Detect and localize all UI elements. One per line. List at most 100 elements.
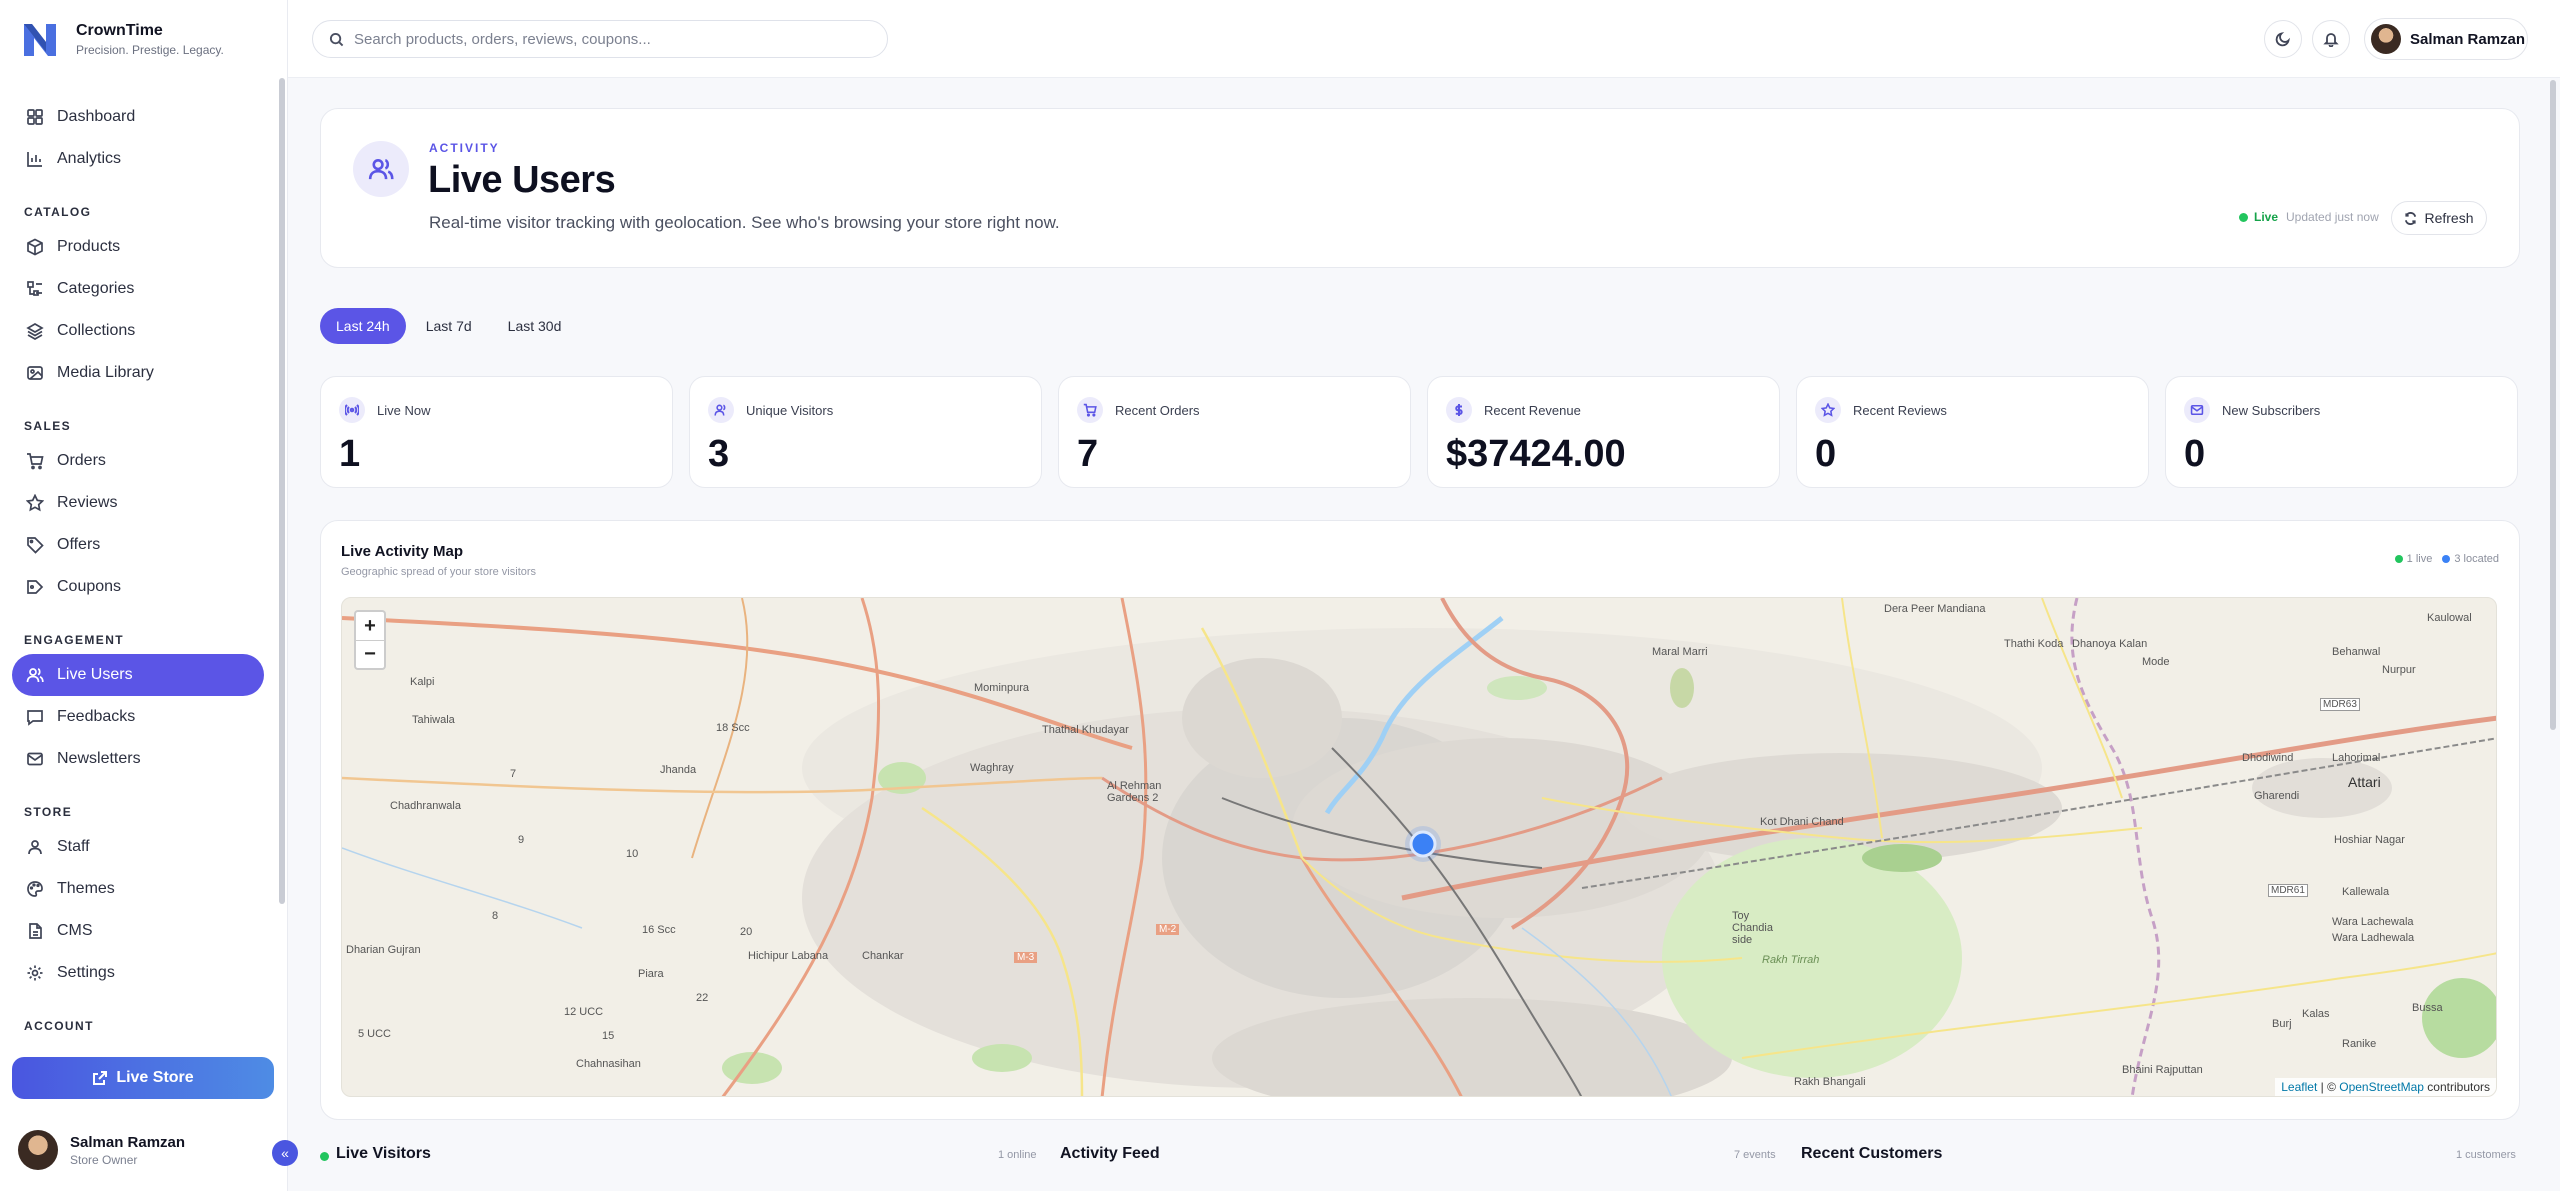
stat-card-recent-orders: Recent Orders 7: [1058, 376, 1411, 488]
sidebar-item-label: Orders: [57, 452, 106, 469]
sidebar-section-title: ACCOUNT: [24, 1019, 94, 1033]
map-place-label: Chankar: [862, 950, 904, 962]
live-visitors-count: 1 online: [998, 1149, 1037, 1161]
map-place-label: 9: [518, 834, 525, 846]
tab-last-30d[interactable]: Last 30d: [492, 308, 578, 344]
sidebar-item-label: Products: [57, 238, 121, 255]
brand-logo-icon: [24, 24, 56, 56]
star-icon: [1815, 397, 1841, 423]
sidebar-item-products[interactable]: Products: [12, 226, 276, 268]
map-place-label: Waghray: [970, 762, 1014, 774]
user-menu-button[interactable]: Salman Ramzan: [2364, 18, 2528, 60]
live-status: Live Updated just now: [2239, 210, 2379, 224]
map-place-label: Behanwal: [2332, 646, 2381, 658]
user-role: Store Owner: [70, 1152, 138, 1167]
collapse-sidebar-button[interactable]: «: [272, 1140, 298, 1166]
sidebar-item-live-users[interactable]: Live Users: [12, 654, 264, 696]
sidebar-scrollbar[interactable]: [279, 78, 285, 904]
sidebar-section-title: SALES: [24, 419, 72, 433]
users-icon: [708, 397, 734, 423]
users-icon: [26, 668, 44, 683]
sidebar-item-feedbacks[interactable]: Feedbacks: [12, 696, 276, 738]
sidebar-item-label: Settings: [57, 964, 115, 981]
sidebar-item-cms[interactable]: CMS: [12, 910, 276, 952]
map-place-label: Ranike: [2342, 1038, 2377, 1050]
refresh-button[interactable]: Refresh: [2391, 201, 2487, 235]
stat-card-unique-visitors: Unique Visitors 3: [689, 376, 1042, 488]
map-place-label: Nurpur: [2382, 664, 2416, 676]
live-dot-icon: [2394, 555, 2403, 563]
sidebar-section-title: CATALOG: [24, 205, 92, 219]
sidebar-item-themes[interactable]: Themes: [12, 868, 276, 910]
map-place-label: Toy Chandia side: [1732, 910, 1773, 946]
map[interactable]: Dera Peer Mandiana Thathi Koda Dhanoya K…: [341, 597, 2497, 1097]
tab-last-24h[interactable]: Last 24h: [320, 308, 406, 344]
osm-link[interactable]: OpenStreetMap: [2339, 1080, 2424, 1094]
page-header: ACTIVITY Live Users Real-time visitor tr…: [320, 108, 2520, 268]
tab-last-7d[interactable]: Last 7d: [410, 308, 488, 344]
sidebar-user[interactable]: Salman Ramzan Store Owner: [18, 1130, 185, 1170]
brand-name: CrownTime: [76, 21, 163, 39]
map-place-label: Wara Ladhewala: [2332, 932, 2415, 944]
map-place-label: 18 Scc: [716, 722, 750, 734]
stat-value: 0: [2184, 433, 2206, 475]
map-place-label: Bhaini Rajputtan: [2122, 1064, 2203, 1076]
brand[interactable]: CrownTime Precision. Prestige. Legacy.: [20, 18, 224, 60]
live-store-label: Live Store: [116, 1069, 194, 1086]
sidebar: CrownTime Precision. Prestige. Legacy. D…: [0, 0, 298, 1191]
map-place-label: 8: [492, 910, 499, 922]
sidebar-item-label: Newsletters: [57, 750, 141, 767]
sidebar-item-coupons[interactable]: Coupons: [12, 566, 276, 608]
activity-feed-title: Activity Feed: [1060, 1145, 1160, 1162]
map-place-label: Thathal Khudayar: [1042, 724, 1129, 736]
sidebar-item-newsletters[interactable]: Newsletters: [12, 738, 276, 780]
map-place-label: Chadhranwala: [390, 800, 461, 812]
leaflet-link[interactable]: Leaflet: [2281, 1080, 2317, 1094]
sidebar-item-staff[interactable]: Staff: [12, 826, 276, 868]
sidebar-item-analytics[interactable]: Analytics: [12, 138, 276, 180]
sidebar-item-orders[interactable]: Orders: [12, 440, 276, 482]
zoom-in-button[interactable]: +: [356, 612, 384, 640]
user-icon: [28, 840, 42, 855]
notifications-button[interactable]: [2312, 20, 2350, 58]
map-place-label: Piara: [638, 968, 664, 980]
sidebar-item-label: Themes: [57, 880, 115, 897]
search-input[interactable]: [354, 30, 854, 48]
grid-icon: [27, 109, 43, 125]
sidebar-item-label: Analytics: [57, 150, 122, 167]
zoom-out-button[interactable]: −: [356, 640, 384, 668]
sidebar-item-media-library[interactable]: Media Library: [12, 352, 276, 394]
sidebar-item-reviews[interactable]: Reviews: [12, 482, 276, 524]
sidebar-item-categories[interactable]: Categories: [12, 268, 276, 310]
chart-icon: [27, 152, 42, 167]
stat-value: 1: [339, 433, 361, 475]
sidebar-item-settings[interactable]: Settings: [12, 952, 276, 994]
avatar: [2371, 24, 2401, 54]
sidebar-item-dashboard[interactable]: Dashboard: [12, 96, 276, 138]
live-dot-icon: [2239, 212, 2248, 222]
live-store-button[interactable]: Live Store: [12, 1057, 274, 1099]
star-icon: [26, 494, 44, 512]
sidebar-item-offers[interactable]: Offers: [12, 524, 276, 566]
map-title: Live Activity Map: [341, 543, 463, 560]
stat-label: Unique Visitors: [746, 403, 834, 418]
map-place-label: Rakh Bhangali: [1794, 1076, 1866, 1088]
stat-card-live-now: Live Now 1: [320, 376, 673, 488]
map-place-label: Wara Lachewala: [2332, 916, 2414, 928]
page-subtitle: Real-time visitor tracking with geolocat…: [429, 213, 1060, 232]
theme-toggle-button[interactable]: [2264, 20, 2302, 58]
stats-row: Live Now 1 Unique Visitors 3 Recent Orde…: [320, 376, 2518, 488]
sidebar-item-label: Categories: [57, 280, 135, 297]
sidebar-item-collections[interactable]: Collections: [12, 310, 276, 352]
recent-customers-title: Recent Customers: [1801, 1145, 1943, 1162]
search-bar[interactable]: [312, 20, 888, 58]
page-eyebrow: ACTIVITY: [429, 141, 500, 155]
map-place-label: Kaulowal: [2427, 612, 2472, 624]
stat-label: Recent Orders: [1115, 403, 1200, 418]
updated-label: Updated just now: [2286, 210, 2379, 224]
sidebar-item-label: Feedbacks: [57, 708, 136, 725]
map-place-label: Hichipur Labana: [748, 950, 829, 962]
page-scrollbar[interactable]: [2550, 80, 2556, 730]
sidebar-section-title: STORE: [24, 805, 73, 819]
stat-value: $37424.00: [1446, 433, 1626, 475]
